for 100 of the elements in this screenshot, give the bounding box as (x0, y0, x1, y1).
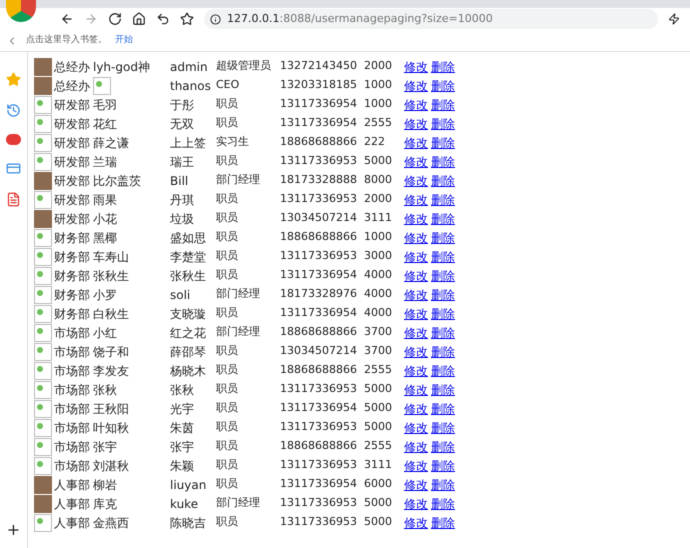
home-icon[interactable] (132, 12, 146, 26)
edit-link[interactable]: 修改 (404, 210, 428, 228)
edit-link[interactable]: 修改 (404, 76, 428, 94)
edit-link[interactable]: 修改 (404, 114, 428, 132)
phone-cell-text: 13117336953 (280, 419, 358, 436)
department-cell-text: 研发部 (54, 154, 90, 170)
edit-link[interactable]: 修改 (404, 134, 428, 152)
name-cell-text: 黑椰 (93, 230, 117, 246)
nickname-cell-text: 垃圾 (170, 210, 195, 228)
edit-link[interactable]: 修改 (404, 456, 428, 474)
delete-link[interactable]: 删除 (431, 304, 455, 322)
address-bar[interactable]: 127.0.0.1:8088/usermanagepaging?size=10000 (204, 9, 658, 29)
delete-link[interactable]: 删除 (431, 134, 455, 152)
delete-link[interactable]: 删除 (431, 172, 455, 190)
role-cell-text: 超级管理员 (216, 58, 272, 74)
name-cell-text: 李发友 (93, 362, 129, 380)
edit-link[interactable]: 修改 (404, 514, 428, 532)
nickname-cell-text: 瑞王 (170, 154, 195, 170)
delete-link[interactable]: 删除 (431, 514, 455, 532)
edit-link[interactable]: 修改 (404, 58, 428, 76)
delete-link[interactable]: 删除 (431, 58, 455, 76)
role-cell-text: 实习生 (216, 134, 250, 150)
reload-icon[interactable] (108, 12, 122, 26)
back-icon[interactable] (60, 12, 74, 26)
history-icon[interactable] (6, 103, 21, 118)
document-icon[interactable] (6, 192, 21, 207)
delete-link[interactable]: 删除 (431, 324, 455, 342)
nickname-cell-text: Bill (170, 172, 190, 190)
phone-cell-text: 13034507214 (280, 343, 358, 360)
delete-link[interactable]: 删除 (431, 76, 455, 94)
add-button[interactable]: + (6, 518, 20, 548)
delete-link[interactable]: 删除 (431, 362, 455, 380)
edit-link[interactable]: 修改 (404, 362, 428, 380)
name-cell-text: 比尔盖茨 (93, 172, 141, 190)
url-text: 127.0.0.1:8088/usermanagepaging?size=10000 (227, 10, 493, 27)
delete-link[interactable]: 删除 (431, 494, 455, 512)
salary-cell-text: 4000 (364, 305, 393, 322)
phone-cell-text: 13117336954 (280, 476, 358, 492)
name-cell-text: 张秋生 (93, 268, 129, 284)
delete-link[interactable]: 删除 (431, 96, 455, 114)
info-icon[interactable] (210, 14, 221, 24)
delete-link[interactable]: 删除 (431, 418, 455, 436)
department-cell-text: 研发部 (54, 172, 90, 190)
edit-link[interactable]: 修改 (404, 96, 428, 114)
start-link[interactable]: 开始 (115, 34, 133, 48)
department-cell-text: 市场部 (54, 400, 90, 418)
delete-link[interactable]: 删除 (431, 286, 455, 304)
edit-link[interactable]: 修改 (404, 324, 428, 342)
delete-link[interactable]: 删除 (431, 190, 455, 208)
edit-link[interactable]: 修改 (404, 152, 428, 170)
delete-link[interactable]: 删除 (431, 114, 455, 132)
edit-link[interactable]: 修改 (404, 248, 428, 266)
edit-link[interactable]: 修改 (404, 418, 428, 436)
department-cell-text: 市场部 (54, 324, 90, 342)
salary-cell-text: 1000 (364, 229, 393, 246)
edit-link[interactable]: 修改 (404, 438, 428, 456)
edit-link[interactable]: 修改 (404, 190, 428, 208)
broken-image-icon (34, 134, 52, 152)
delete-link[interactable]: 删除 (431, 342, 455, 360)
name-cell-text: 车寿山 (93, 248, 129, 266)
delete-link[interactable]: 删除 (431, 248, 455, 266)
nickname-cell-text: admin (170, 58, 209, 76)
name-cell-text: 花红 (93, 116, 117, 132)
delete-link[interactable]: 删除 (431, 400, 455, 418)
undo-icon[interactable] (156, 12, 170, 26)
delete-link[interactable]: 删除 (431, 476, 455, 494)
nickname-cell-text: 无双 (170, 116, 195, 132)
card-icon[interactable] (6, 161, 21, 176)
nickname-cell-text: thanos (170, 78, 212, 94)
broken-image-icon (34, 248, 52, 266)
delete-link[interactable]: 删除 (431, 210, 455, 228)
bookmark-star-icon[interactable] (180, 12, 194, 26)
delete-link[interactable]: 删除 (431, 152, 455, 170)
delete-link[interactable]: 删除 (431, 228, 455, 246)
edit-link[interactable]: 修改 (404, 266, 428, 284)
edit-link[interactable]: 修改 (404, 400, 428, 418)
delete-link[interactable]: 删除 (431, 380, 455, 398)
edit-link[interactable]: 修改 (404, 380, 428, 398)
role-cell-text: 职员 (216, 229, 239, 246)
edit-link[interactable]: 修改 (404, 304, 428, 322)
edit-link[interactable]: 修改 (404, 172, 428, 190)
delete-link[interactable]: 删除 (431, 456, 455, 474)
department-cell-text: 财务部 (54, 286, 90, 304)
phone-cell-text: 13117336954 (280, 96, 358, 112)
nickname-cell-text: 光宇 (170, 400, 195, 418)
edit-link[interactable]: 修改 (404, 476, 428, 494)
phone-cell-text: 13117336953 (280, 153, 358, 170)
delete-link[interactable]: 删除 (431, 438, 455, 456)
lightning-icon[interactable] (668, 13, 680, 25)
edit-link[interactable]: 修改 (404, 286, 428, 304)
edit-link[interactable]: 修改 (404, 494, 428, 512)
delete-link[interactable]: 删除 (431, 266, 455, 284)
nickname-cell-text: 丹琪 (170, 192, 195, 208)
salary-cell-text: 2000 (364, 191, 393, 208)
salary-cell-text: 3111 (364, 457, 393, 474)
salary-cell-text: 3700 (364, 324, 393, 340)
edit-link[interactable]: 修改 (404, 342, 428, 360)
name-cell-text: 小花 (93, 210, 117, 228)
edit-link[interactable]: 修改 (404, 228, 428, 246)
nickname-cell-text: 张秋 (170, 382, 195, 398)
